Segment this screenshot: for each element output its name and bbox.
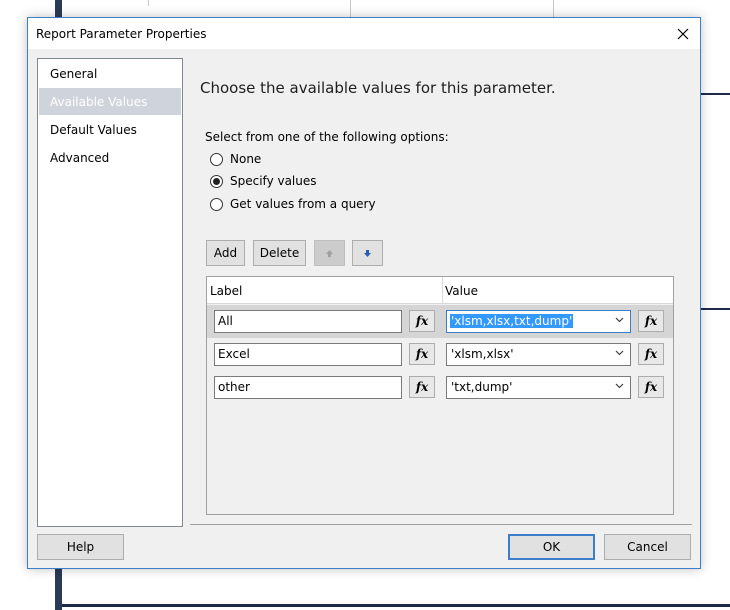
radio-none[interactable]: None — [210, 151, 261, 167]
nav-item-label: General — [50, 67, 98, 81]
value-text: 'txt,dump' — [451, 380, 513, 394]
radio-label: Get values from a query — [230, 197, 376, 211]
label-expression-button[interactable]: fx — [409, 310, 435, 332]
column-header-label: Label — [210, 284, 243, 298]
background-divider — [553, 0, 554, 17]
nav-item-label: Default Values — [50, 123, 137, 137]
column-divider — [442, 277, 443, 304]
ok-button[interactable]: OK — [508, 534, 595, 560]
dialog-titlebar: Report Parameter Properties — [28, 18, 700, 49]
grid-header: Label Value — [207, 277, 673, 304]
close-icon — [677, 28, 689, 39]
nav-item-general[interactable]: General — [39, 60, 181, 87]
add-button[interactable]: Add — [206, 240, 245, 266]
chevron-down-icon — [615, 317, 624, 323]
radio-get-values-from-query[interactable]: Get values from a query — [210, 196, 376, 212]
nav-item-available-values[interactable]: Available Values — [39, 88, 181, 115]
value-text: 'xlsm,xlsx,txt,dump' — [450, 314, 574, 328]
nav-item-label: Available Values — [50, 95, 148, 109]
available-values-grid: Label Value All fx 'xlsm,xlsx,txt,dump' … — [206, 276, 674, 515]
value-combobox[interactable]: 'xlsm,xlsx,txt,dump' — [446, 310, 631, 333]
page-heading: Choose the available values for this par… — [200, 79, 556, 97]
label-input[interactable]: Excel — [214, 343, 402, 366]
footer-divider — [190, 524, 692, 525]
value-combobox[interactable]: 'xlsm,xlsx' — [446, 343, 631, 366]
radio-circle[interactable] — [210, 152, 223, 166]
move-up-button[interactable] — [314, 240, 345, 266]
chevron-down-icon — [615, 383, 624, 389]
dialog-title: Report Parameter Properties — [36, 27, 207, 41]
value-combobox[interactable]: 'txt,dump' — [446, 376, 631, 399]
background-divider — [148, 0, 149, 6]
radio-specify-values[interactable]: Specify values — [210, 173, 317, 189]
radio-circle[interactable] — [210, 197, 223, 211]
background-rule — [62, 604, 730, 607]
nav-item-advanced[interactable]: Advanced — [39, 144, 181, 171]
settings-nav: General Available Values Default Values … — [37, 58, 183, 527]
delete-button[interactable]: Delete — [253, 240, 306, 266]
label-expression-button[interactable]: fx — [409, 343, 435, 365]
arrow-up-icon — [326, 249, 333, 257]
value-expression-button[interactable]: fx — [638, 310, 664, 332]
background-rule — [700, 308, 730, 310]
close-button[interactable] — [666, 18, 700, 49]
radio-circle[interactable] — [210, 174, 223, 188]
nav-item-default-values[interactable]: Default Values — [39, 116, 181, 143]
label-input[interactable]: All — [214, 310, 402, 333]
move-down-button[interactable] — [352, 240, 383, 266]
chevron-down-icon — [615, 350, 624, 356]
radio-label: None — [230, 152, 262, 166]
value-expression-button[interactable]: fx — [638, 376, 664, 398]
column-header-value: Value — [445, 284, 478, 298]
label-input[interactable]: other — [214, 376, 402, 399]
options-label: Select from one of the following options… — [205, 130, 449, 144]
help-button[interactable]: Help — [37, 534, 124, 560]
arrow-down-icon — [364, 249, 371, 257]
table-row[interactable]: All fx 'xlsm,xlsx,txt,dump' fx — [207, 305, 673, 338]
table-row[interactable]: other fx 'txt,dump' fx — [207, 371, 673, 404]
label-expression-button[interactable]: fx — [409, 376, 435, 398]
report-parameter-properties-dialog: Report Parameter Properties General Avai… — [27, 17, 701, 569]
nav-item-label: Advanced — [50, 151, 110, 165]
radio-label: Specify values — [230, 174, 317, 188]
value-text: 'xlsm,xlsx' — [451, 347, 514, 361]
cancel-button[interactable]: Cancel — [604, 534, 691, 560]
table-row[interactable]: Excel fx 'xlsm,xlsx' fx — [207, 338, 673, 371]
value-expression-button[interactable]: fx — [638, 343, 664, 365]
background-rule — [700, 93, 730, 95]
background-divider — [350, 0, 351, 17]
